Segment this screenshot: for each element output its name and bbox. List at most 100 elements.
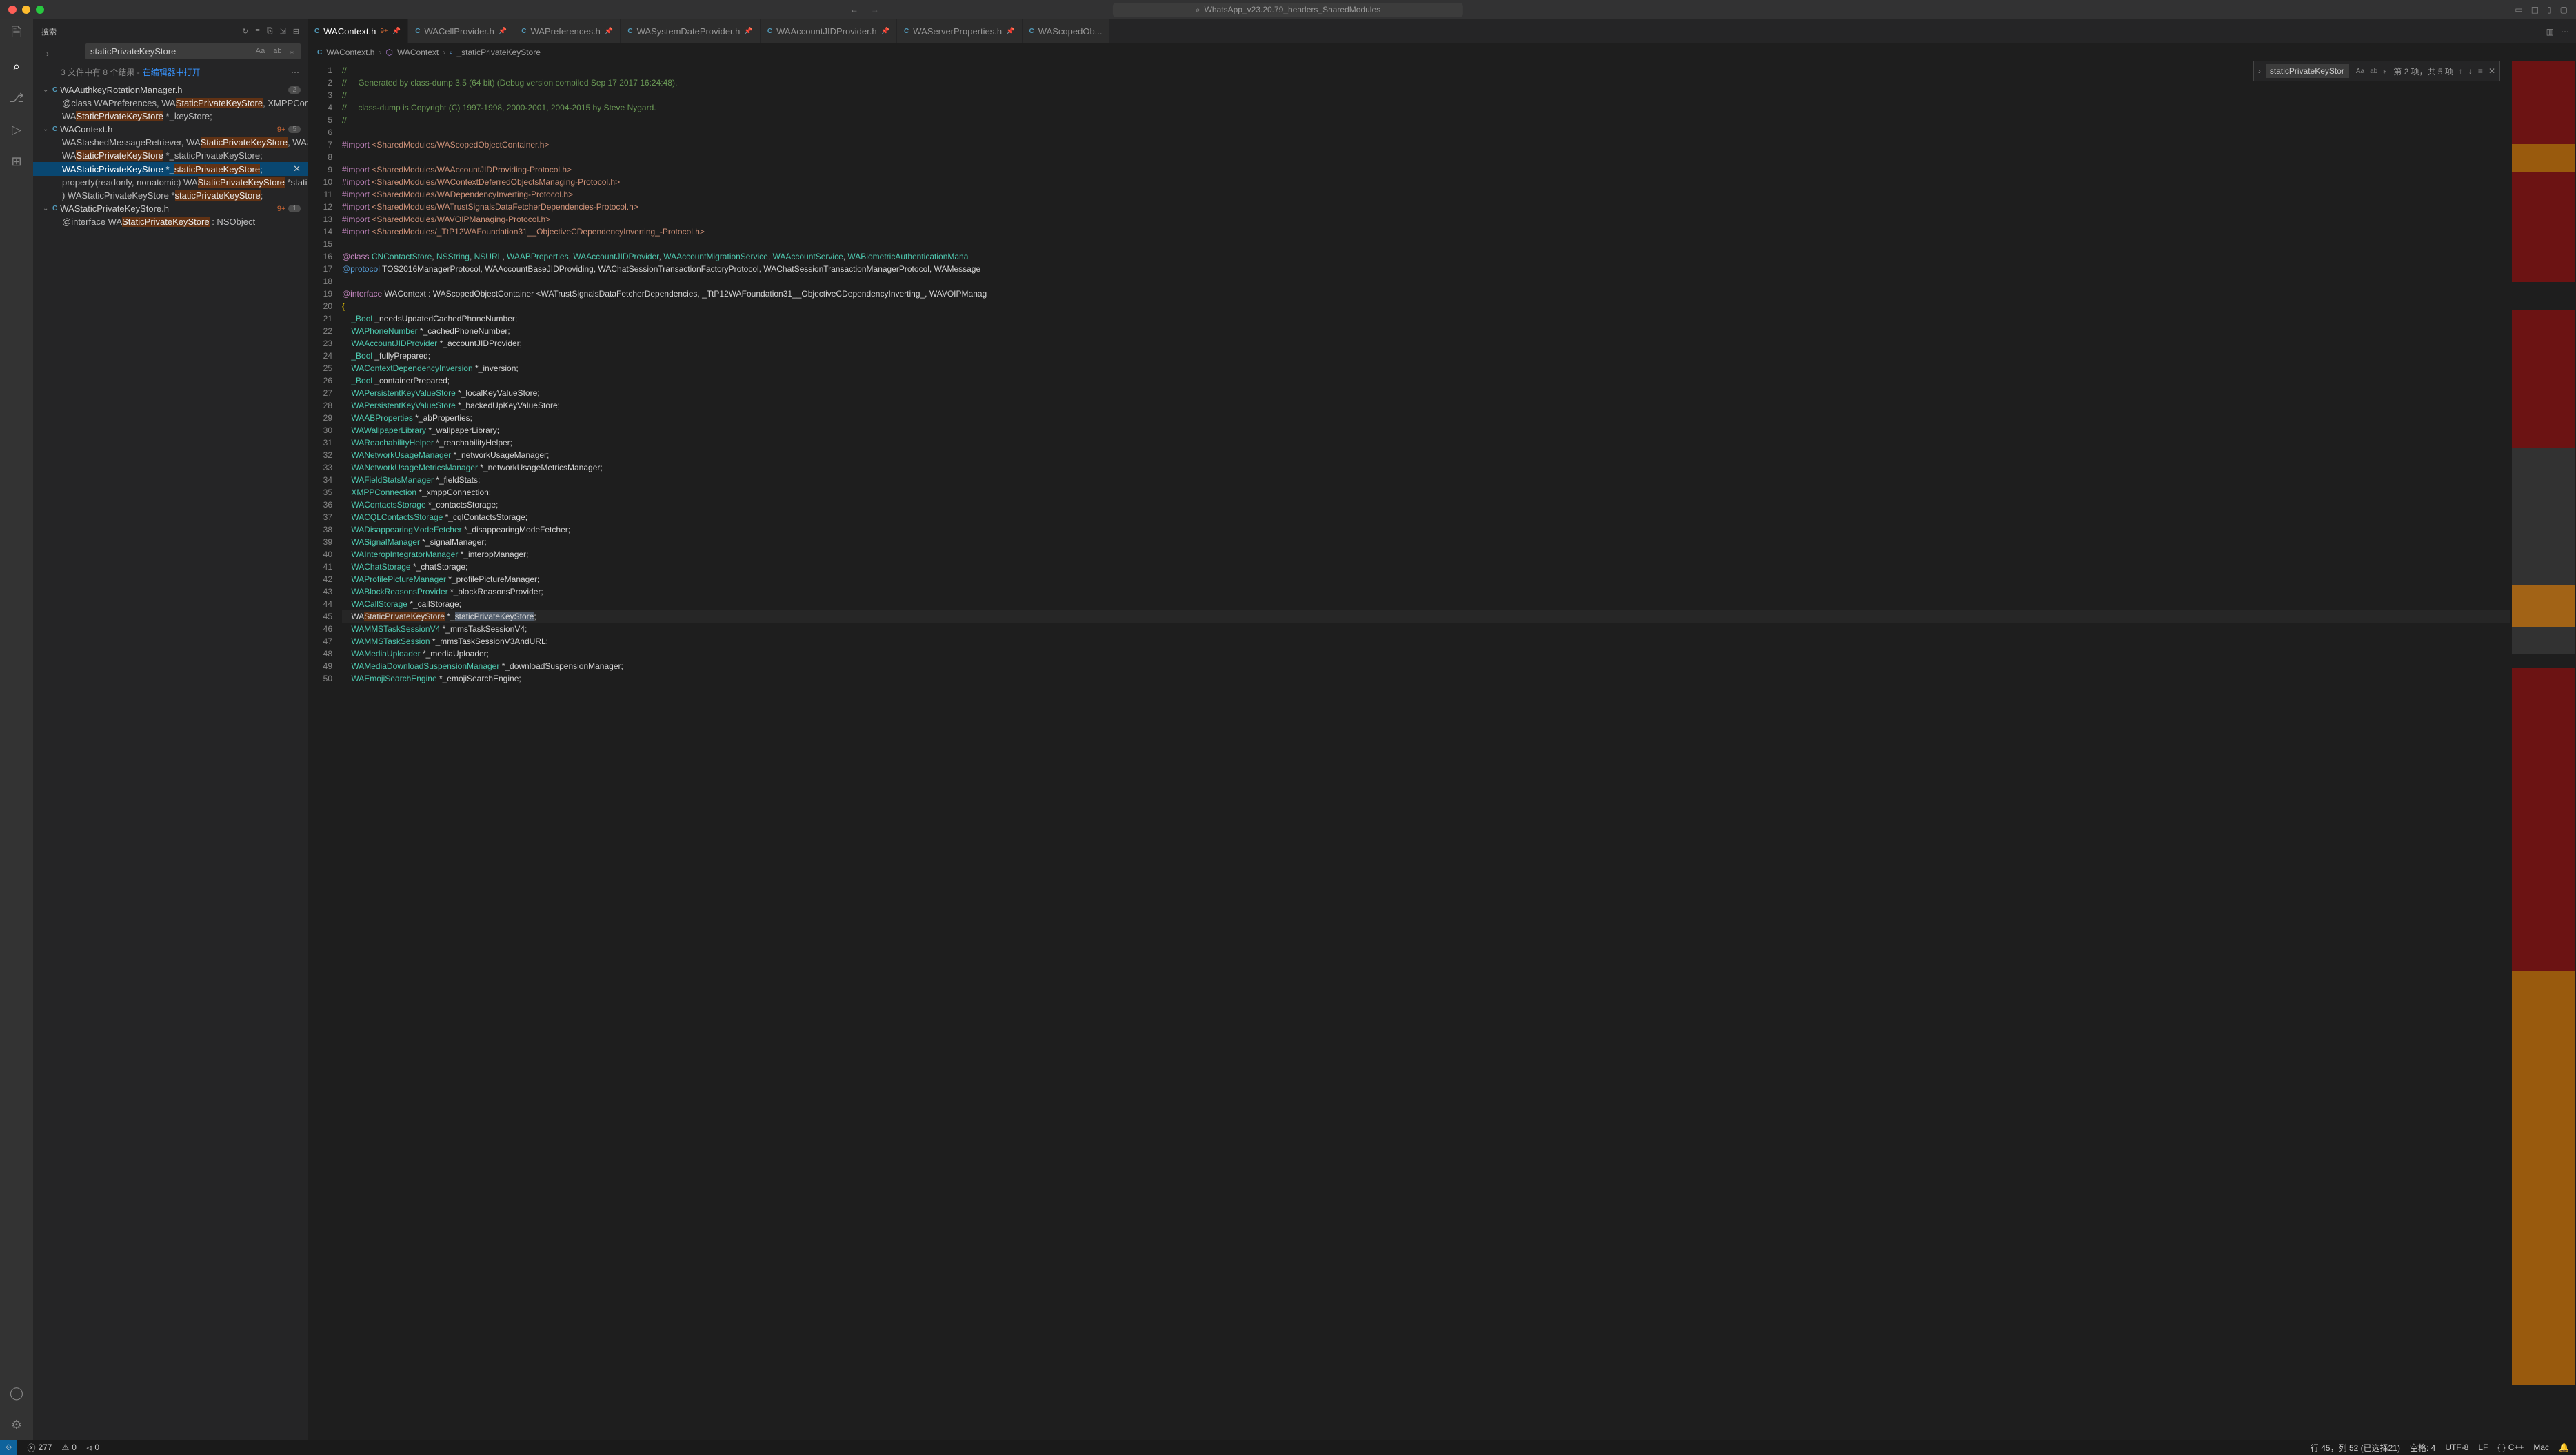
search-file-row[interactable]: ⌄ C WAAuthkeyRotationManager.h 2	[33, 83, 308, 97]
problems-warnings[interactable]: ⚠ 0	[62, 1443, 77, 1452]
encoding[interactable]: UTF-8	[2445, 1442, 2468, 1454]
minimize-window[interactable]	[22, 6, 30, 14]
search-input[interactable]	[90, 46, 254, 57]
tab-title: WACellProvider.h	[424, 26, 494, 37]
sidebar-title: 搜索	[41, 26, 57, 37]
file-name: WAAuthkeyRotationManager.h	[60, 85, 182, 95]
editor-tab[interactable]: C WAAccountJIDProvider.h 📌	[761, 19, 897, 43]
find-filter-icon[interactable]: ≡	[2478, 66, 2483, 76]
dismiss-match-icon[interactable]: ✕	[289, 163, 301, 174]
symbol-class-icon: ⬡	[385, 48, 392, 57]
find-prev-icon[interactable]: ↑	[2459, 66, 2463, 76]
settings-gear-icon[interactable]: ⚙	[8, 1416, 25, 1433]
tab-title: WAPreferences.h	[531, 26, 601, 37]
indentation[interactable]: 空格: 4	[2410, 1442, 2435, 1454]
nav-forward-icon[interactable]: →	[871, 5, 879, 14]
find-match-case-icon[interactable]: Aa	[2355, 67, 2366, 76]
editor-tab[interactable]: C WASystemDateProvider.h 📌	[621, 19, 760, 43]
host-label[interactable]: Mac	[2533, 1442, 2549, 1454]
ports[interactable]: ⏿ 0	[86, 1443, 99, 1453]
nav-arrows: ← →	[850, 5, 879, 14]
collapse-icon[interactable]: ⇲	[280, 27, 286, 36]
extensions-icon[interactable]: ⊞	[8, 153, 25, 170]
pin-icon[interactable]: 📌	[1006, 28, 1014, 35]
notifications-icon[interactable]: 🔔	[2559, 1442, 2569, 1454]
split-editor-icon[interactable]: ▥	[2546, 27, 2554, 37]
editor-tab[interactable]: C WAPreferences.h 📌	[514, 19, 621, 43]
find-next-icon[interactable]: ↓	[2468, 66, 2473, 76]
source-control-icon[interactable]: ⎇	[8, 90, 25, 106]
editor-tab[interactable]: C WACellProvider.h 📌	[408, 19, 514, 43]
find-input[interactable]	[2266, 64, 2349, 78]
layout-toggle-1-icon[interactable]: ▭	[2515, 5, 2522, 14]
close-window[interactable]	[8, 6, 17, 14]
find-match-info: 第 2 项，共 5 项	[2393, 66, 2453, 77]
editor-area: C WAContext.h 9+ 📌C WACellProvider.h 📌C …	[308, 19, 2576, 1440]
breadcrumb-file[interactable]: WAContext.h	[326, 48, 374, 57]
match-text: WAStaticPrivateKeyStore *_staticPrivateK…	[62, 150, 263, 161]
pin-icon[interactable]: 📌	[881, 28, 889, 35]
pin-icon[interactable]: 📌	[499, 28, 507, 35]
whole-word-icon[interactable]: ab	[271, 46, 283, 57]
search-file-row[interactable]: ⌄ C WAContext.h 9+5	[33, 123, 308, 136]
titlebar: ← → ⌕ WhatsApp_v23.20.79_headers_SharedM…	[0, 0, 2576, 19]
file-type-icon: C	[521, 28, 526, 35]
search-match-row[interactable]: property(readonly, nonatomic) WAStaticPr…	[33, 176, 308, 189]
code-content[interactable]: //// Generated by class-dump 3.5 (64 bit…	[342, 61, 2510, 1440]
editor-tab[interactable]: C WAContext.h 9+ 📌	[308, 19, 408, 43]
search-match-row[interactable]: WAStashedMessageRetriever, WAStaticPriva…	[33, 136, 308, 149]
cursor-position[interactable]: 行 45，列 52 (已选择21)	[2311, 1442, 2400, 1454]
nav-back-icon[interactable]: ←	[850, 5, 858, 14]
breadcrumb[interactable]: C WAContext.h › ⬡ WAContext › ▫ _staticP…	[308, 43, 2576, 61]
find-whole-word-icon[interactable]: ab	[2368, 67, 2379, 76]
search-view-icon[interactable]: ⌕	[8, 58, 25, 74]
search-expand-chevron-icon[interactable]: ›	[37, 49, 58, 59]
layout-toggle-2-icon[interactable]: ◫	[2531, 5, 2539, 14]
search-match-row[interactable]: @class WAPreferences, WAStaticPrivateKey…	[33, 97, 308, 110]
layout-toggle-3-icon[interactable]: ▯	[2547, 5, 2552, 14]
editor-tab[interactable]: C WAServerProperties.h 📌	[897, 19, 1023, 43]
search-match-row[interactable]: WAStaticPrivateKeyStore *_staticPrivateK…	[33, 149, 308, 162]
statusbar: ⟐ ⓧ 277 ⚠ 0 ⏿ 0 行 45，列 52 (已选择21) 空格: 4 …	[0, 1440, 2576, 1455]
file-name: WAStaticPrivateKeyStore.h	[60, 203, 169, 214]
remote-indicator[interactable]: ⟐	[0, 1440, 17, 1455]
pin-icon[interactable]: 📌	[392, 28, 401, 35]
search-file-row[interactable]: ⌄ C WAStaticPrivateKeyStore.h 9+1	[33, 202, 308, 215]
search-match-row[interactable]: @interface WAStaticPrivateKeyStore : NSO…	[33, 215, 308, 228]
more-actions-icon[interactable]: ⋯	[2561, 27, 2569, 37]
explorer-icon[interactable]: 🗎	[8, 26, 25, 43]
results-count: 3 文件中有 8 个结果 -	[61, 66, 140, 78]
account-icon[interactable]: ◯	[8, 1385, 25, 1401]
breadcrumb-class[interactable]: WAContext	[397, 48, 439, 57]
find-close-icon[interactable]: ✕	[2488, 66, 2495, 76]
search-match-row[interactable]: WAStaticPrivateKeyStore *_keyStore;	[33, 110, 308, 123]
new-search-editor-icon[interactable]: ⎘	[267, 27, 273, 36]
search-match-row[interactable]: WAStaticPrivateKeyStore *_staticPrivateK…	[33, 162, 308, 176]
match-text: WAStaticPrivateKeyStore *_staticPrivateK…	[62, 164, 263, 174]
results-more-icon[interactable]: ⋯	[291, 68, 299, 77]
eol[interactable]: LF	[2478, 1442, 2488, 1454]
pin-icon[interactable]: 📌	[744, 28, 752, 35]
clear-icon[interactable]: ≡	[255, 27, 259, 36]
pin-icon[interactable]: 📌	[605, 28, 613, 35]
open-in-editor-link[interactable]: 在编辑器中打开	[143, 66, 201, 78]
regex-icon[interactable]: ⁎	[288, 46, 296, 57]
results-summary: 3 文件中有 8 个结果 - 在编辑器中打开 ⋯	[33, 63, 308, 83]
minimap[interactable]	[2510, 61, 2576, 1440]
run-debug-icon[interactable]: ▷	[8, 121, 25, 138]
maximize-window[interactable]	[36, 6, 44, 14]
language-mode[interactable]: { } C++	[2497, 1442, 2524, 1454]
editor-tab[interactable]: C WAScopedOb...	[1023, 19, 1110, 43]
command-center[interactable]: ⌕ WhatsApp_v23.20.79_headers_SharedModul…	[1113, 3, 1463, 17]
layout-toggle-4-icon[interactable]: ▢	[2560, 5, 2568, 14]
breadcrumb-field[interactable]: _staticPrivateKeyStore	[456, 48, 540, 57]
search-icon: ⌕	[1196, 5, 1200, 15]
find-regex-icon[interactable]: ⁎	[2382, 67, 2388, 76]
refresh-icon[interactable]: ↻	[242, 27, 248, 36]
match-case-icon[interactable]: Aa	[254, 46, 267, 57]
view-icon[interactable]: ⊟	[293, 27, 299, 36]
problems-errors[interactable]: ⓧ 277	[27, 1442, 52, 1454]
search-match-row[interactable]: ) WAStaticPrivateKeyStore *staticPrivate…	[33, 189, 308, 202]
file-icon: C	[52, 86, 57, 94]
find-expand-chevron-icon[interactable]: ›	[2258, 66, 2261, 76]
